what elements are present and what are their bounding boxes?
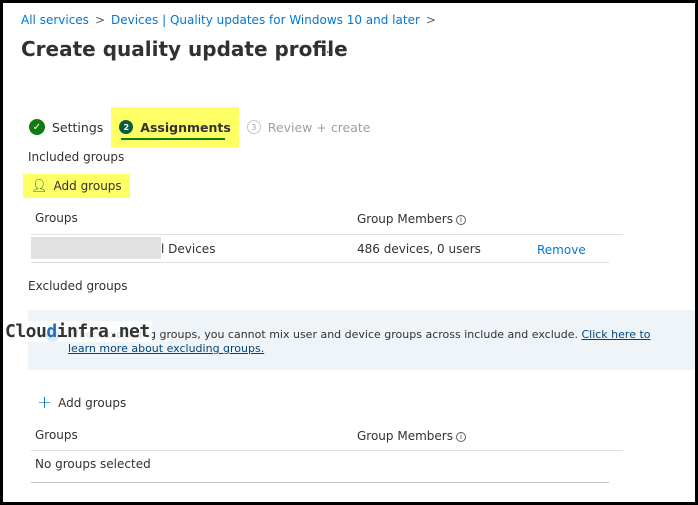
column-header-group-members: Group Members i <box>357 429 466 443</box>
breadcrumb: All services > Devices | Quality updates… <box>21 13 436 27</box>
tab-review-create[interactable]: 3 Review + create <box>239 107 379 147</box>
column-header-label: Group Members <box>357 429 453 443</box>
add-groups-label: Add groups <box>53 179 122 193</box>
empty-state-text: No groups selected <box>35 457 151 471</box>
step-number-icon: 2 <box>119 120 134 134</box>
column-header-label: Group Members <box>357 212 453 226</box>
included-groups-heading: Included groups <box>28 150 125 164</box>
tab-label: Assignments <box>140 119 231 135</box>
add-person-icon: 👤︎ <box>31 178 48 194</box>
breadcrumb-quality-updates[interactable]: Devices | Quality updates for Windows 10… <box>111 13 420 27</box>
check-circle-icon: ✓ <box>29 119 45 135</box>
column-header-groups: Groups <box>35 428 78 442</box>
page-frame: All services > Devices | Quality updates… <box>3 3 695 502</box>
breadcrumb-separator: > <box>425 13 436 27</box>
breadcrumb-separator: > <box>94 13 105 27</box>
group-name: l Devices <box>161 242 216 256</box>
wizard-tabs: ✓ Settings 2 Assignments 3 Review + crea… <box>21 107 379 147</box>
tab-label: Settings <box>52 119 104 135</box>
group-members: 486 devices, 0 users <box>357 242 481 256</box>
tab-assignments[interactable]: 2 Assignments <box>111 107 239 147</box>
redacted-group-name <box>31 237 161 259</box>
page-title: Create quality update profile <box>21 37 348 61</box>
breadcrumb-all-services[interactable]: All services <box>21 13 89 27</box>
add-included-groups-button[interactable]: 👤︎ Add groups <box>23 174 130 198</box>
add-excluded-groups-button[interactable]: + Add groups <box>29 391 134 415</box>
divider <box>31 234 623 235</box>
active-tab-underline <box>121 138 225 140</box>
step-number-icon: 3 <box>246 120 261 134</box>
watermark-icon: d <box>46 321 57 342</box>
watermark-prefix: Clou <box>5 321 47 342</box>
column-header-groups: Groups <box>35 211 78 225</box>
divider <box>31 262 609 263</box>
excluded-groups-heading: Excluded groups <box>28 279 128 293</box>
watermark: Cloudinfra.net <box>3 321 152 342</box>
add-groups-label: Add groups <box>58 396 127 410</box>
plus-icon: + <box>37 392 53 413</box>
remove-group-link[interactable]: Remove <box>537 243 586 257</box>
info-icon[interactable]: i <box>455 215 466 225</box>
tab-settings[interactable]: ✓ Settings <box>21 107 111 147</box>
banner-message: When excluding groups, you cannot mix us… <box>68 328 668 356</box>
watermark-suffix: infra.net <box>56 321 151 342</box>
more-options-button[interactable]: ... <box>321 41 334 57</box>
divider <box>31 482 609 483</box>
divider <box>31 450 623 451</box>
tab-label: Review + create <box>267 119 371 135</box>
info-icon[interactable]: i <box>455 432 466 442</box>
column-header-group-members: Group Members i <box>357 212 466 226</box>
